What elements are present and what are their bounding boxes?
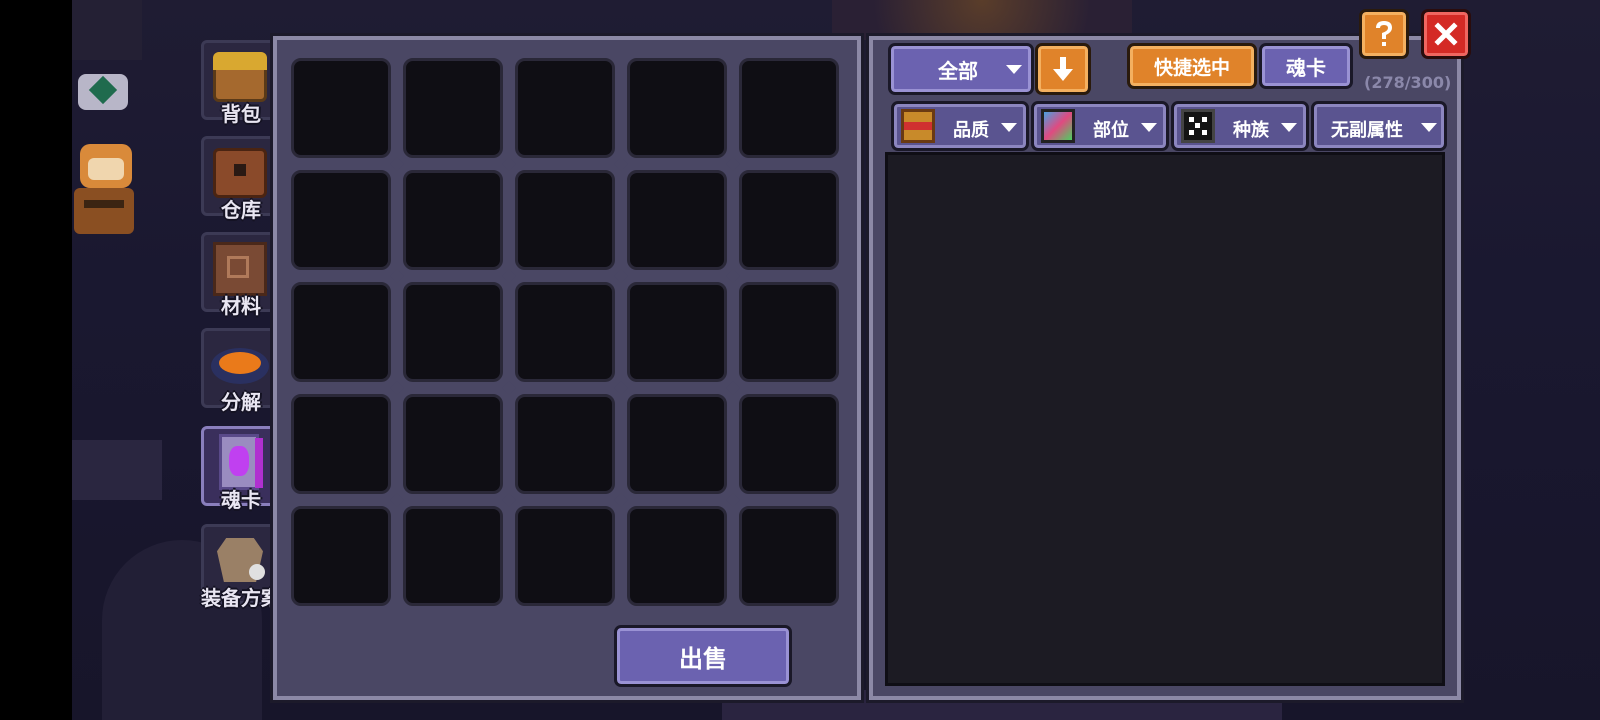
inventory-slot[interactable]	[291, 282, 391, 382]
slot-filter[interactable]: 部位	[1031, 101, 1169, 151]
chevron-down-icon	[1421, 123, 1437, 132]
quality-filter[interactable]: 品质	[891, 101, 1029, 151]
materials-book-icon	[209, 238, 271, 296]
grid-joint	[725, 492, 741, 508]
inventory-slot[interactable]	[403, 58, 503, 158]
inventory-slot[interactable]	[515, 394, 615, 494]
sub-attribute-filter[interactable]: 无副属性	[1311, 101, 1447, 151]
quick-select-label: 快捷选中	[1153, 56, 1230, 79]
arrow-down-icon	[1053, 57, 1073, 81]
inventory-slot[interactable]	[739, 282, 839, 382]
tab-soul-card[interactable]: 魂卡	[199, 424, 283, 514]
grid-joint	[613, 156, 629, 172]
filter-label: 种族	[1233, 120, 1269, 141]
question-mark-icon	[1376, 21, 1392, 46]
inventory-slot[interactable]	[515, 170, 615, 270]
grid-joint	[501, 492, 517, 508]
disassemble-cauldron-icon	[209, 334, 271, 392]
filter-label: 品质	[953, 120, 989, 141]
grid-joint	[501, 156, 517, 172]
inventory-slot[interactable]	[739, 170, 839, 270]
close-button[interactable]	[1421, 9, 1471, 59]
race-dice-icon	[1181, 109, 1215, 143]
inventory-grid	[291, 58, 847, 616]
quality-book-icon	[901, 109, 935, 143]
category-dropdown[interactable]: 全部	[888, 43, 1034, 95]
grid-joint	[725, 268, 741, 284]
inventory-slot[interactable]	[515, 58, 615, 158]
tab-equipment-preset[interactable]: 装备方案	[199, 522, 283, 612]
inventory-slot[interactable]	[515, 282, 615, 382]
grid-joint	[501, 268, 517, 284]
grid-joint	[613, 380, 629, 396]
grid-joint	[389, 492, 405, 508]
grid-joint	[613, 268, 629, 284]
sell-button[interactable]: 出售	[614, 625, 792, 687]
inventory-slot[interactable]	[403, 506, 503, 606]
inventory-slot[interactable]	[627, 170, 727, 270]
sort-order-button[interactable]	[1035, 43, 1091, 95]
grid-joint	[725, 156, 741, 172]
inventory-slot[interactable]	[291, 58, 391, 158]
grid-joint	[389, 268, 405, 284]
category-label: 全部	[938, 58, 978, 83]
map-marker-icon[interactable]	[78, 74, 128, 110]
chevron-down-icon	[1001, 123, 1017, 132]
inventory-slot[interactable]	[291, 506, 391, 606]
help-button[interactable]	[1359, 9, 1409, 59]
inventory-slot[interactable]	[403, 394, 503, 494]
inventory-slot[interactable]	[627, 58, 727, 158]
backpack-chest-icon	[209, 46, 271, 104]
grid-joint	[389, 156, 405, 172]
soul-card-icon	[209, 432, 271, 490]
close-icon	[1434, 22, 1458, 46]
warehouse-chest-icon	[209, 142, 271, 200]
filter-label: 无副属性	[1331, 120, 1403, 141]
screen-edge	[0, 0, 72, 720]
inventory-slot[interactable]	[739, 394, 839, 494]
tab-backpack[interactable]: 背包	[199, 38, 283, 128]
tab-warehouse[interactable]: 仓库	[199, 134, 283, 224]
card-list-area	[885, 152, 1445, 686]
grid-joint	[725, 380, 741, 396]
chevron-down-icon	[1141, 123, 1157, 132]
inventory-slot[interactable]	[291, 394, 391, 494]
soul-card-button[interactable]: 魂卡	[1259, 43, 1353, 89]
filter-label: 部位	[1093, 120, 1129, 141]
tab-disassemble[interactable]: 分解	[199, 326, 283, 416]
chevron-down-icon	[1006, 65, 1022, 74]
race-filter[interactable]: 种族	[1171, 101, 1309, 151]
capacity-counter: (278/300)	[1364, 73, 1452, 92]
grid-joint	[613, 492, 629, 508]
inventory-slot[interactable]	[515, 506, 615, 606]
dog-character	[74, 144, 136, 244]
soul-card-label: 魂卡	[1286, 55, 1326, 80]
tab-materials[interactable]: 材料	[199, 230, 283, 320]
inventory-slot[interactable]	[627, 506, 727, 606]
slot-gradient-icon	[1041, 109, 1075, 143]
chevron-down-icon	[1281, 123, 1297, 132]
inventory-slot[interactable]	[403, 282, 503, 382]
inventory-slot[interactable]	[627, 394, 727, 494]
grid-joint	[501, 380, 517, 396]
sell-label: 出售	[679, 644, 727, 673]
inventory-slot[interactable]	[291, 170, 391, 270]
inventory-slot[interactable]	[403, 170, 503, 270]
equipment-preset-icon	[209, 530, 271, 588]
inventory-slot[interactable]	[739, 506, 839, 606]
quick-select-button[interactable]: 快捷选中	[1127, 43, 1257, 89]
inventory-slot[interactable]	[739, 58, 839, 158]
inventory-slot[interactable]	[627, 282, 727, 382]
grid-joint	[389, 380, 405, 396]
